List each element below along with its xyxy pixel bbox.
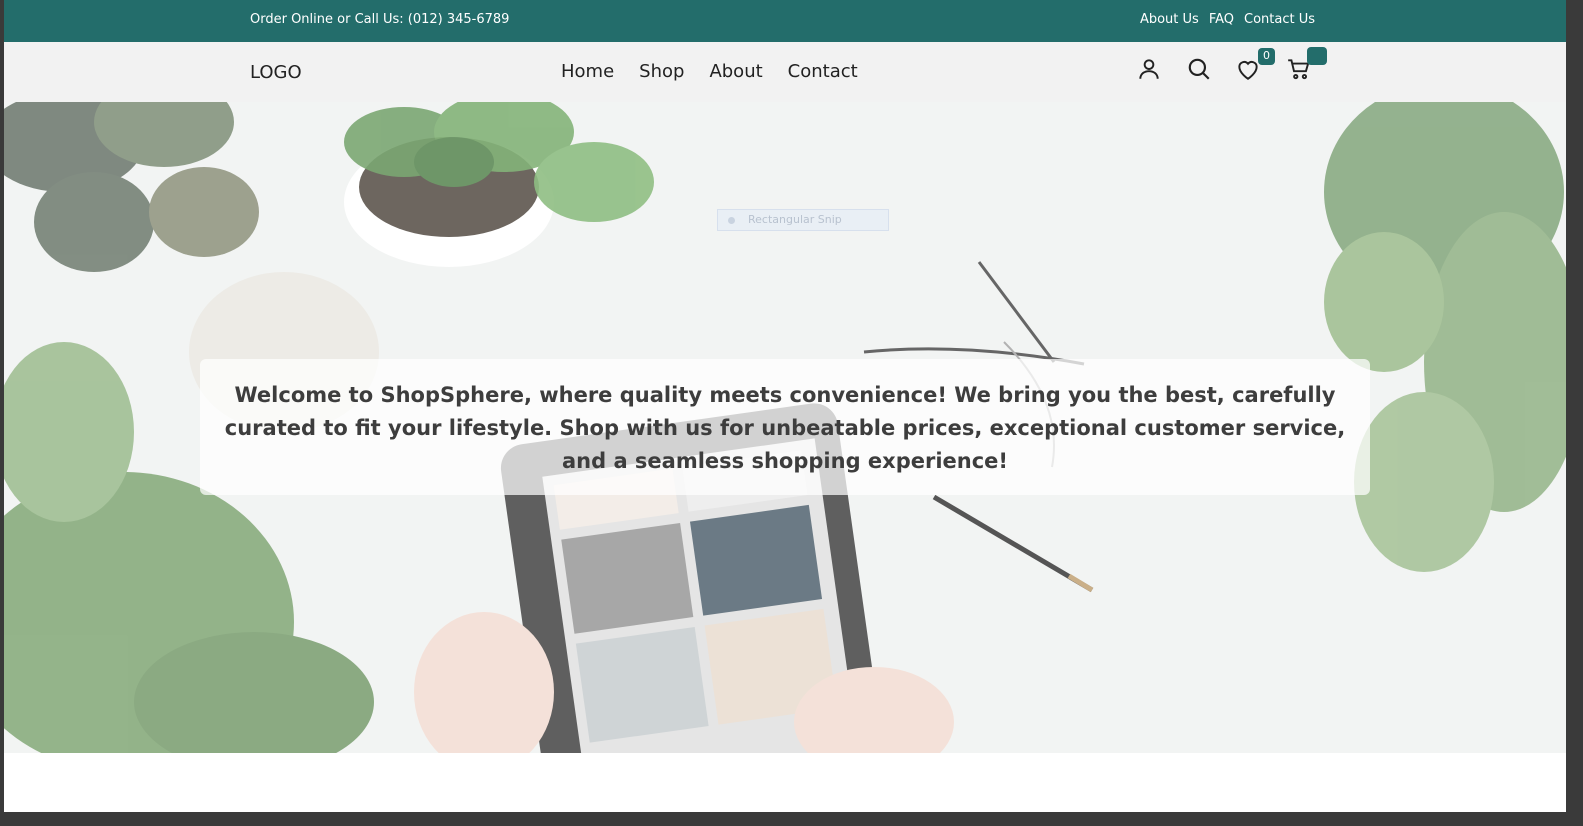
wishlist-count-badge: 0 bbox=[1258, 48, 1275, 65]
page: Order Online or Call Us: (012) 345-6789 … bbox=[4, 0, 1566, 812]
nav-shop[interactable]: Shop bbox=[639, 61, 684, 82]
top-link-contact-us[interactable]: Contact Us bbox=[1244, 12, 1315, 27]
site-header: LOGO Home Shop About Contact 0 bbox=[4, 42, 1566, 102]
nav-home[interactable]: Home bbox=[561, 61, 614, 82]
header-icons: 0 bbox=[1136, 47, 1336, 90]
top-link-faq[interactable]: FAQ bbox=[1209, 12, 1234, 27]
top-bar: Order Online or Call Us: (012) 345-6789 … bbox=[4, 0, 1566, 42]
order-contact-text: Order Online or Call Us: (012) 345-6789 bbox=[250, 12, 510, 27]
content-area bbox=[4, 753, 1566, 812]
nav-contact[interactable]: Contact bbox=[788, 61, 858, 82]
user-icon[interactable] bbox=[1136, 56, 1164, 84]
main-nav: Home Shop About Contact bbox=[561, 61, 858, 82]
logo[interactable]: LOGO bbox=[250, 62, 302, 83]
nav-about[interactable]: About bbox=[709, 61, 762, 82]
top-link-about-us[interactable]: About Us bbox=[1140, 12, 1199, 27]
top-links: About Us FAQ Contact Us bbox=[1140, 12, 1315, 27]
rectangular-snip-overlay: Rectangular Snip bbox=[717, 209, 889, 231]
cart-count-badge bbox=[1307, 47, 1327, 65]
snip-label: Rectangular Snip bbox=[748, 213, 842, 226]
snip-icon bbox=[728, 217, 735, 224]
welcome-message: Welcome to ShopSphere, where quality mee… bbox=[200, 359, 1370, 495]
hero-banner: Rectangular Snip Welcome to ShopSphere, … bbox=[4, 102, 1566, 753]
search-icon[interactable] bbox=[1186, 56, 1214, 84]
